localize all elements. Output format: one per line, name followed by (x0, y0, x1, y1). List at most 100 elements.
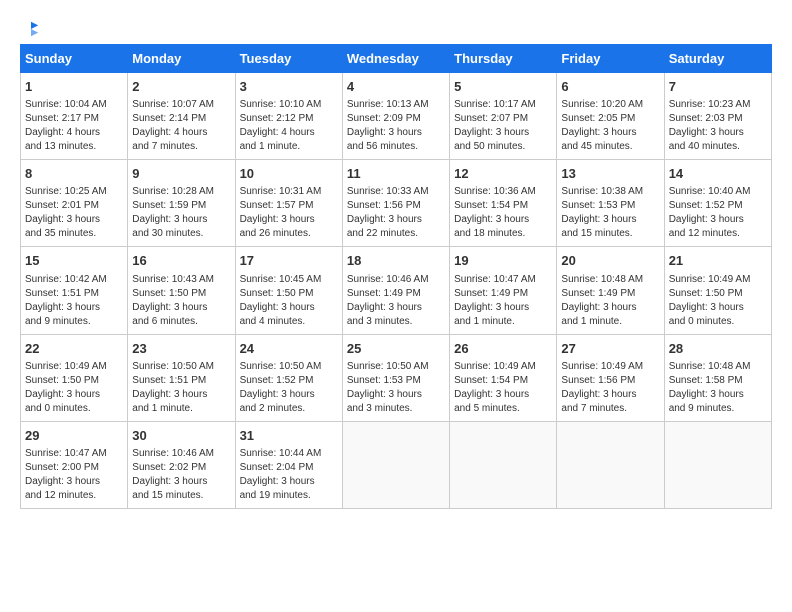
day-info: Sunrise: 10:45 AMSunset: 1:50 PMDaylight… (240, 273, 338, 329)
day-number: 25 (347, 340, 445, 358)
day-number: 22 (25, 340, 123, 358)
calendar-cell (557, 421, 664, 508)
calendar-cell: 25 Sunrise: 10:50 AMSunset: 1:53 PMDaylig… (342, 334, 449, 421)
calendar-cell: 6 Sunrise: 10:20 AMSunset: 2:05 PMDayligh… (557, 73, 664, 160)
calendar-cell: 4Sunrise: 10:13 AMSunset: 2:09 PMDayligh… (342, 73, 449, 160)
calendar-cell: 18 Sunrise: 10:46 AMSunset: 1:49 PMDaylig… (342, 247, 449, 334)
day-info: Sunrise: 10:33 AMSunset: 1:56 PMDaylight… (347, 185, 445, 241)
day-info: Sunrise: 10:13 AMSunset: 2:09 PMDaylight… (347, 98, 445, 154)
calendar-cell: 22Sunrise: 10:49 AMSunset: 1:50 PMDaylig… (21, 334, 128, 421)
day-info: Sunrise: 10:20 AMSunset: 2:05 PMDaylight… (561, 98, 659, 154)
calendar-cell: 14 Sunrise: 10:40 AMSunset: 1:52 PMDaylig… (664, 160, 771, 247)
page-header (20, 20, 772, 34)
calendar-cell (342, 421, 449, 508)
day-info: Sunrise: 10:49 AMSunset: 1:56 PMDaylight… (561, 360, 659, 416)
calendar-cell: 24 Sunrise: 10:50 AMSunset: 1:52 PMDaylig… (235, 334, 342, 421)
calendar-cell (664, 421, 771, 508)
calendar-week-2: 8Sunrise: 10:25 AMSunset: 2:01 PMDayligh… (21, 160, 772, 247)
calendar-cell: 10Sunrise: 10:31 AMSunset: 1:57 PMDaylig… (235, 160, 342, 247)
day-info: Sunrise: 10:36 AMSunset: 1:54 PMDaylight… (454, 185, 552, 241)
day-info: Sunrise: 10:38 AMSunset: 1:53 PMDaylight… (561, 185, 659, 241)
calendar-cell: 31 Sunrise: 10:44 AMSunset: 2:04 PMDaylig… (235, 421, 342, 508)
calendar-cell: 2 Sunrise: 10:07 AMSunset: 2:14 PMDayligh… (128, 73, 235, 160)
calendar-week-1: 1 Sunrise: 10:04 AMSunset: 2:17 PMDayligh… (21, 73, 772, 160)
day-number: 26 (454, 340, 552, 358)
day-info: Sunrise: 10:47 AMSunset: 2:00 PMDaylight… (25, 447, 123, 503)
calendar-cell: 15 Sunrise: 10:42 AMSunset: 1:51 PMDaylig… (21, 247, 128, 334)
calendar-cell: 9 Sunrise: 10:28 AMSunset: 1:59 PMDayligh… (128, 160, 235, 247)
calendar-cell: 26 Sunrise: 10:49 AMSunset: 1:54 PMDaylig… (450, 334, 557, 421)
day-number: 18 (347, 252, 445, 270)
calendar-cell: 19Sunrise: 10:47 AMSunset: 1:49 PMDaylig… (450, 247, 557, 334)
day-info: Sunrise: 10:04 AMSunset: 2:17 PMDaylight… (25, 98, 123, 154)
day-info: Sunrise: 10:50 AMSunset: 1:52 PMDaylight… (240, 360, 338, 416)
day-number: 6 (561, 78, 659, 96)
day-info: Sunrise: 10:50 AMSunset: 1:51 PMDaylight… (132, 360, 230, 416)
day-info: Sunrise: 10:47 AMSunset: 1:49 PMDaylight… (454, 273, 552, 329)
calendar-cell: 21 Sunrise: 10:49 AMSunset: 1:50 PMDaylig… (664, 247, 771, 334)
calendar-cell (450, 421, 557, 508)
calendar-cell: 17 Sunrise: 10:45 AMSunset: 1:50 PMDaylig… (235, 247, 342, 334)
calendar-week-4: 22Sunrise: 10:49 AMSunset: 1:50 PMDaylig… (21, 334, 772, 421)
day-number: 20 (561, 252, 659, 270)
day-number: 3 (240, 78, 338, 96)
day-info: Sunrise: 10:49 AMSunset: 1:54 PMDaylight… (454, 360, 552, 416)
day-info: Sunrise: 10:07 AMSunset: 2:14 PMDaylight… (132, 98, 230, 154)
calendar-cell: 7Sunrise: 10:23 AMSunset: 2:03 PMDayligh… (664, 73, 771, 160)
day-number: 21 (669, 252, 767, 270)
calendar-cell: 29 Sunrise: 10:47 AMSunset: 2:00 PMDaylig… (21, 421, 128, 508)
calendar-header-sunday: Sunday (21, 45, 128, 73)
day-number: 23 (132, 340, 230, 358)
calendar-header-monday: Monday (128, 45, 235, 73)
day-number: 17 (240, 252, 338, 270)
calendar-cell: 5 Sunrise: 10:17 AMSunset: 2:07 PMDayligh… (450, 73, 557, 160)
day-number: 13 (561, 165, 659, 183)
day-number: 9 (132, 165, 230, 183)
calendar-cell: 11Sunrise: 10:33 AMSunset: 1:56 PMDaylig… (342, 160, 449, 247)
day-info: Sunrise: 10:44 AMSunset: 2:04 PMDaylight… (240, 447, 338, 503)
day-info: Sunrise: 10:28 AMSunset: 1:59 PMDaylight… (132, 185, 230, 241)
calendar-header-friday: Friday (557, 45, 664, 73)
day-info: Sunrise: 10:46 AMSunset: 2:02 PMDaylight… (132, 447, 230, 503)
day-number: 5 (454, 78, 552, 96)
calendar-body: 1 Sunrise: 10:04 AMSunset: 2:17 PMDayligh… (21, 73, 772, 509)
calendar-cell: 8Sunrise: 10:25 AMSunset: 2:01 PMDayligh… (21, 160, 128, 247)
day-info: Sunrise: 10:43 AMSunset: 1:50 PMDaylight… (132, 273, 230, 329)
day-info: Sunrise: 10:48 AMSunset: 1:58 PMDaylight… (669, 360, 767, 416)
calendar-header-wednesday: Wednesday (342, 45, 449, 73)
day-info: Sunrise: 10:40 AMSunset: 1:52 PMDaylight… (669, 185, 767, 241)
day-number: 30 (132, 427, 230, 445)
calendar-header-row: SundayMondayTuesdayWednesdayThursdayFrid… (21, 45, 772, 73)
day-number: 27 (561, 340, 659, 358)
day-number: 1 (25, 78, 123, 96)
day-number: 14 (669, 165, 767, 183)
day-number: 29 (25, 427, 123, 445)
day-info: Sunrise: 10:50 AMSunset: 1:53 PMDaylight… (347, 360, 445, 416)
day-number: 2 (132, 78, 230, 96)
calendar-cell: 3Sunrise: 10:10 AMSunset: 2:12 PMDayligh… (235, 73, 342, 160)
calendar-cell: 20 Sunrise: 10:48 AMSunset: 1:49 PMDaylig… (557, 247, 664, 334)
calendar-cell: 12Sunrise: 10:36 AMSunset: 1:54 PMDaylig… (450, 160, 557, 247)
day-info: Sunrise: 10:23 AMSunset: 2:03 PMDaylight… (669, 98, 767, 154)
day-info: Sunrise: 10:49 AMSunset: 1:50 PMDaylight… (669, 273, 767, 329)
day-number: 15 (25, 252, 123, 270)
day-info: Sunrise: 10:42 AMSunset: 1:51 PMDaylight… (25, 273, 123, 329)
day-number: 28 (669, 340, 767, 358)
calendar-table: SundayMondayTuesdayWednesdayThursdayFrid… (20, 44, 772, 509)
day-number: 16 (132, 252, 230, 270)
day-number: 31 (240, 427, 338, 445)
calendar-week-3: 15 Sunrise: 10:42 AMSunset: 1:51 PMDaylig… (21, 247, 772, 334)
calendar-cell: 1 Sunrise: 10:04 AMSunset: 2:17 PMDayligh… (21, 73, 128, 160)
calendar-cell: 13 Sunrise: 10:38 AMSunset: 1:53 PMDaylig… (557, 160, 664, 247)
day-info: Sunrise: 10:17 AMSunset: 2:07 PMDaylight… (454, 98, 552, 154)
calendar-week-5: 29 Sunrise: 10:47 AMSunset: 2:00 PMDaylig… (21, 421, 772, 508)
day-info: Sunrise: 10:48 AMSunset: 1:49 PMDaylight… (561, 273, 659, 329)
calendar-header-thursday: Thursday (450, 45, 557, 73)
calendar-cell: 16 Sunrise: 10:43 AMSunset: 1:50 PMDaylig… (128, 247, 235, 334)
logo-flag-icon (22, 20, 40, 38)
day-info: Sunrise: 10:46 AMSunset: 1:49 PMDaylight… (347, 273, 445, 329)
day-number: 8 (25, 165, 123, 183)
calendar-header-saturday: Saturday (664, 45, 771, 73)
calendar-cell: 27 Sunrise: 10:49 AMSunset: 1:56 PMDaylig… (557, 334, 664, 421)
day-number: 24 (240, 340, 338, 358)
